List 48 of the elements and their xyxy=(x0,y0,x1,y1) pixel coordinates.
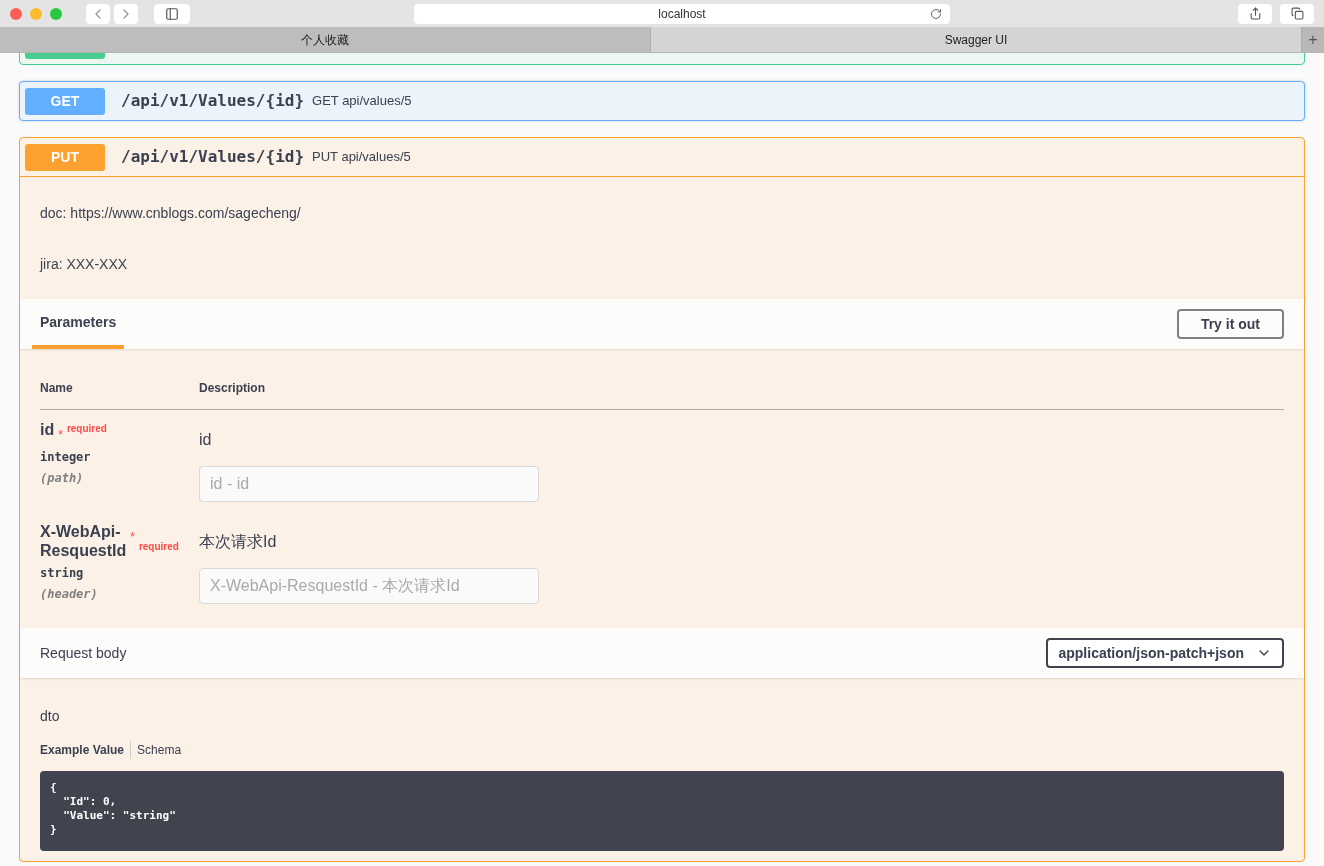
required-asterisk: * xyxy=(58,427,63,444)
endpoint-path[interactable]: /api/v1/Values/{id} xyxy=(121,89,305,113)
parameter-location: (header) xyxy=(40,586,99,603)
content-type-select[interactable]: application/json-patch+json xyxy=(1046,638,1284,668)
example-tab[interactable]: Schema xyxy=(130,741,182,759)
parameter-name: X-WebApi-ResquestId xyxy=(40,522,127,560)
address-bar[interactable]: localhost xyxy=(414,3,950,24)
maximize-window-icon[interactable] xyxy=(50,7,62,20)
parameter-input-field[interactable]: id - id xyxy=(199,466,539,502)
parameter-location: (path) xyxy=(40,470,85,487)
share-button[interactable] xyxy=(1238,3,1272,24)
browser-tab[interactable]: 个人收藏 xyxy=(0,27,651,52)
endpoint-summary: GET api/values/5 xyxy=(312,92,412,111)
required-label: required xyxy=(66,422,107,436)
try-it-out-button[interactable]: Try it out xyxy=(1176,309,1284,339)
parameter-input-field[interactable]: X-WebApi-ResquestId - 本次请求Id xyxy=(199,568,539,604)
minimize-window-icon[interactable] xyxy=(30,7,42,20)
http-method-badge: PUT xyxy=(25,143,105,171)
endpoint-path[interactable]: /api/v1/Values/{id} xyxy=(121,145,305,169)
description-text: doc: https://www.cnblogs.com/sagecheng/ xyxy=(40,204,302,223)
column-header: Description xyxy=(199,380,265,397)
parameter-description: id xyxy=(199,430,213,450)
reload-icon[interactable] xyxy=(930,7,942,20)
browser-tab[interactable]: Swagger UI xyxy=(651,27,1302,52)
tabs-overview-button[interactable] xyxy=(1280,3,1314,24)
required-label: required xyxy=(138,540,179,554)
example-tab[interactable]: Example Value xyxy=(40,741,125,759)
parameters-tab[interactable]: Parameters xyxy=(32,299,125,349)
overlapping-squares-icon xyxy=(1290,7,1304,20)
sidebar-icon xyxy=(165,6,179,21)
example-code-block: { "Id": 0, "Value": "string" } xyxy=(40,771,1284,851)
required-asterisk: * xyxy=(130,529,135,546)
share-icon xyxy=(1248,7,1262,20)
new-tab-button[interactable]: + xyxy=(1302,27,1324,52)
parameter-type: integer xyxy=(40,449,92,466)
sidebar-button[interactable] xyxy=(154,3,190,24)
parameter-name: id xyxy=(40,420,55,439)
request-body-label: Request body xyxy=(40,643,127,663)
column-header: Name xyxy=(40,380,74,397)
body-parameter-name: dto xyxy=(40,707,61,726)
close-window-icon[interactable] xyxy=(10,7,22,20)
description-text: jira: XXX-XXX xyxy=(40,255,129,274)
back-button[interactable] xyxy=(86,3,110,24)
forward-button[interactable] xyxy=(114,3,138,24)
parameter-type: string xyxy=(40,565,85,582)
endpoint-summary: PUT api/values/5 xyxy=(312,148,411,167)
parameter-description: 本次请求Id xyxy=(199,532,278,552)
http-method-badge: GET xyxy=(25,87,105,115)
